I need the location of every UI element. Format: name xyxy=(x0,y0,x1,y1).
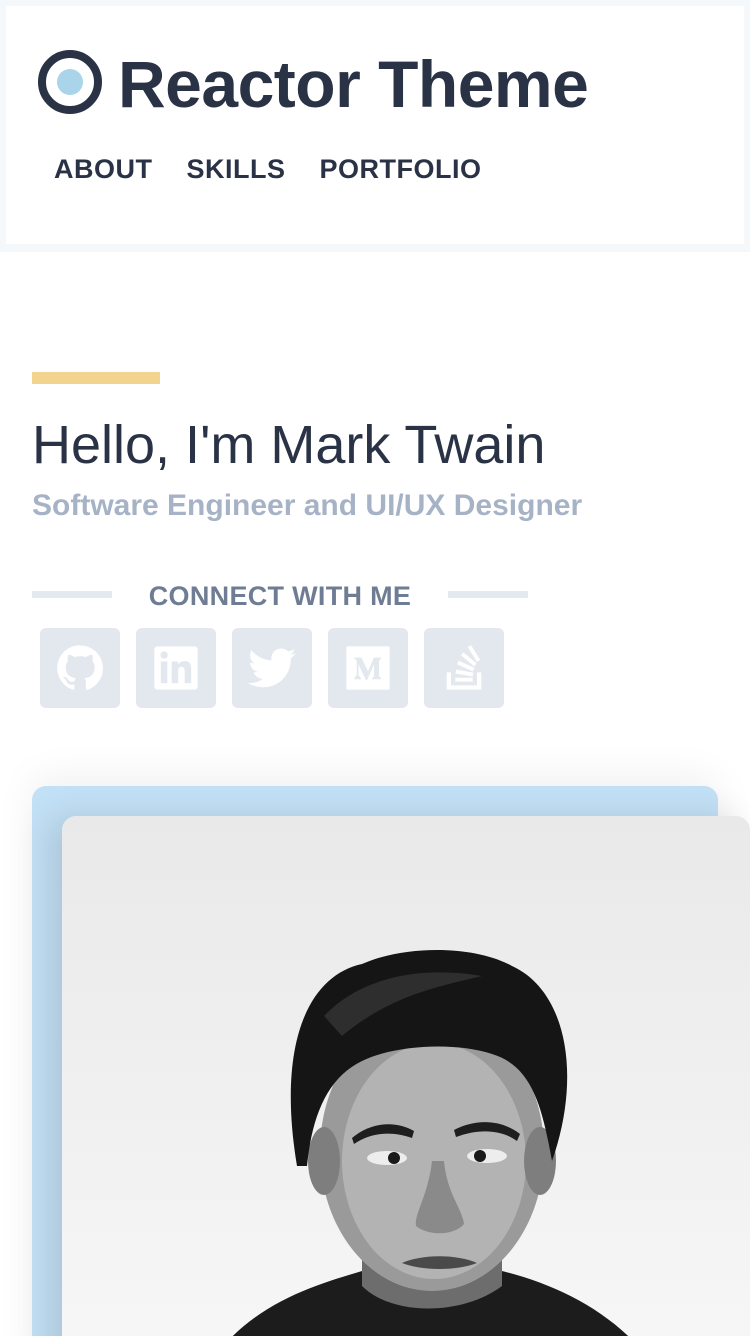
nav-portfolio[interactable]: PORTFOLIO xyxy=(320,154,482,185)
nav-about[interactable]: ABOUT xyxy=(54,154,153,185)
site-header: Reactor Theme ABOUT SKILLS PORTFOLIO xyxy=(6,6,744,244)
page: Reactor Theme ABOUT SKILLS PORTFOLIO Hel… xyxy=(0,0,750,1336)
twitter-link[interactable] xyxy=(232,628,312,708)
portrait-photo xyxy=(62,816,750,1336)
twitter-icon xyxy=(248,648,296,688)
site-title[interactable]: Reactor Theme xyxy=(118,44,589,124)
github-icon xyxy=(57,645,103,690)
nav-skills[interactable]: SKILLS xyxy=(187,154,286,185)
hero-subtitle: Software Engineer and UI/UX Designer xyxy=(32,489,583,522)
medium-icon xyxy=(346,646,390,690)
header-wrapper: Reactor Theme ABOUT SKILLS PORTFOLIO xyxy=(0,0,750,252)
ring-logo-icon[interactable] xyxy=(38,50,102,114)
main-nav: ABOUT SKILLS PORTFOLIO xyxy=(54,154,482,185)
accent-bar xyxy=(32,372,160,384)
logo-dot xyxy=(57,69,83,95)
connect-divider: CONNECT WITH ME xyxy=(32,578,528,614)
divider-line-right xyxy=(448,591,528,598)
medium-link[interactable] xyxy=(328,628,408,708)
social-links xyxy=(40,628,504,708)
portrait-illustration xyxy=(232,950,629,1336)
linkedin-icon xyxy=(154,646,198,690)
github-link[interactable] xyxy=(40,628,120,708)
hero-greeting: Hello, I'm Mark Twain xyxy=(32,415,546,475)
stackoverflow-icon xyxy=(446,645,482,690)
stackoverflow-link[interactable] xyxy=(424,628,504,708)
linkedin-link[interactable] xyxy=(136,628,216,708)
